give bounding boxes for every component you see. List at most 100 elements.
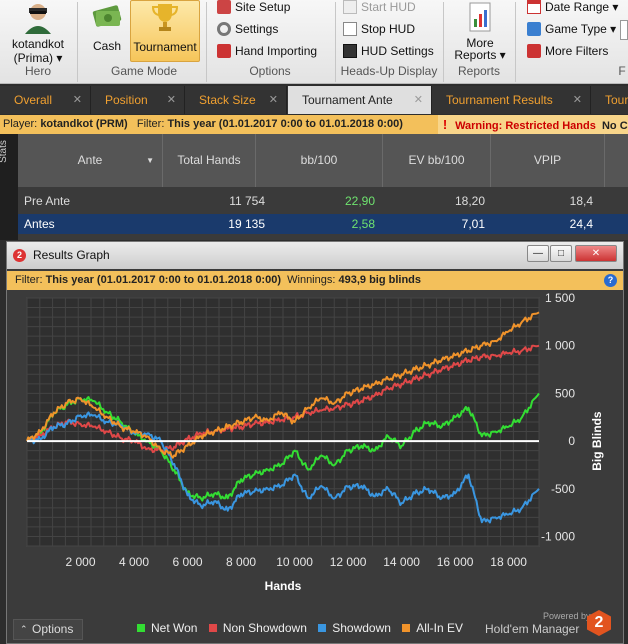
x-tick-label: 18 000 — [490, 555, 527, 569]
y-tick-label: 1 500 — [545, 291, 575, 305]
window-titlebar[interactable]: 2 Results Graph — □ ✕ — [7, 242, 623, 269]
help-icon[interactable]: ? — [604, 274, 617, 287]
ribbon-edge-control[interactable] — [620, 20, 628, 40]
legend-item-showdown[interactable]: Showdown — [318, 621, 391, 635]
x-axis-label: Hands — [265, 579, 302, 593]
hero-avatar-icon — [25, 4, 51, 34]
cash-button[interactable]: Cash — [84, 2, 130, 53]
tab-stack-size[interactable]: Stack Size ✕ — [185, 86, 287, 114]
chart-legend: Net Won Non Showdown Showdown All-In EV — [137, 621, 471, 635]
results-chart: 1 500 1 000 500 0 -500 -1 000 2 000 4 000 6 000 8… — [26, 291, 604, 593]
stats-side-panel[interactable]: Stats — [0, 134, 18, 240]
report-icon — [469, 2, 491, 32]
table-row[interactable]: Pre Ante 11 754 22,90 18,20 18,4 — [18, 191, 628, 211]
maximize-icon: □ — [557, 248, 565, 259]
start-hud-button[interactable]: Start HUD — [343, 0, 416, 14]
tournament-button[interactable]: Tournament — [130, 0, 200, 62]
hud-settings-icon — [343, 44, 357, 58]
tab-tournament-results[interactable]: Tournament Results ✕ — [432, 86, 591, 114]
site-setup-button[interactable]: Site Setup — [217, 0, 290, 14]
brand-name: Hold'em Manager — [485, 622, 580, 636]
winnings-value: 493,9 big blinds — [338, 274, 422, 286]
close-icon[interactable]: ✕ — [414, 86, 423, 114]
player-value: kotandkot (PRM) — [40, 118, 128, 130]
more-reports-button[interactable]: More Reports ▾ — [450, 2, 510, 62]
ribbon-separator — [206, 2, 207, 82]
tab-overall[interactable]: Overall ✕ — [0, 86, 91, 114]
row-total-hands: 19 135 — [228, 217, 265, 231]
column-header-ev-bb100[interactable]: EV bb/100 — [383, 134, 491, 187]
x-tick-label: 14 000 — [383, 555, 420, 569]
legend-item-all-in-ev[interactable]: All-In EV — [402, 621, 463, 635]
ribbon-toolbar: kotandkot (Prima) ▾ Hero Cash Tournament… — [0, 0, 628, 84]
column-header-bb100[interactable]: bb/100 — [256, 134, 383, 187]
hud-settings-button[interactable]: HUD Settings — [343, 44, 434, 58]
y-tick-label: 500 — [555, 386, 575, 400]
tab-position[interactable]: Position ✕ — [91, 86, 185, 114]
legend-item-non-showdown[interactable]: Non Showdown — [208, 621, 307, 635]
column-header-total-hands[interactable]: Total Hands — [163, 134, 256, 187]
chevron-up-icon: ⌃ — [20, 624, 28, 634]
column-header-vpip[interactable]: VPIP — [491, 134, 605, 187]
calendar-icon — [527, 0, 541, 14]
x-tick-label: 2 000 — [65, 555, 95, 569]
player-filter-bar: Player: kotandkot (PRM) Filter: This yea… — [0, 115, 628, 134]
stop-hud-label: Stop HUD — [361, 22, 416, 36]
hero-selector[interactable]: kotandkot (Prima) ▾ — [2, 2, 74, 65]
stop-hud-button[interactable]: Stop HUD — [343, 22, 415, 36]
start-hud-label: Start HUD — [361, 0, 416, 14]
legend-swatch — [318, 624, 327, 632]
tab-tournament-ante[interactable]: Tournament Ante ✕ — [288, 86, 432, 114]
close-icon[interactable]: ✕ — [573, 86, 582, 114]
legend-item-net-won[interactable]: Net Won — [137, 621, 197, 635]
y-tick-label: -500 — [551, 482, 575, 496]
tab-label: Tournament Results — [446, 93, 553, 107]
table-header: Ante ▼ Total Hands bb/100 EV bb/100 VPIP — [18, 134, 628, 187]
reports-group-label: Reports — [457, 64, 501, 78]
tab-tour[interactable]: Tour — [591, 86, 628, 114]
start-hud-icon — [343, 0, 357, 14]
restricted-hands-warning[interactable]: ! Warning: Restricted Hands No C — [438, 115, 628, 134]
date-range-button[interactable]: Date Range ▾ — [527, 0, 618, 14]
close-icon[interactable]: ✕ — [167, 86, 176, 114]
settings-label: Settings — [235, 22, 279, 36]
table-row[interactable]: Antes 19 135 2,58 7,01 24,4 — [18, 214, 628, 234]
game-type-button[interactable]: Game Type ▾ — [527, 22, 616, 36]
row-ev-bb100: 7,01 — [461, 217, 485, 231]
minimize-button[interactable]: — — [527, 245, 549, 262]
legend-swatch — [402, 624, 411, 632]
results-graph-window: 2 Results Graph — □ ✕ Filter: This year … — [6, 241, 624, 644]
report-tabs: Overall ✕ Position ✕ Stack Size ✕ Tourna… — [0, 86, 628, 114]
powered-by-label: Powered by — [543, 611, 591, 621]
close-icon[interactable]: ✕ — [269, 86, 278, 114]
sort-arrow-icon[interactable]: ▼ — [146, 134, 154, 187]
hand-importing-button[interactable]: Hand Importing — [217, 44, 317, 58]
game-type-label: Game Type ▾ — [545, 22, 617, 36]
row-ev-bb100: 18,20 — [454, 194, 485, 208]
trophy-icon — [151, 4, 179, 31]
winnings-label: Winnings: — [287, 274, 336, 286]
tab-label: Overall — [14, 93, 53, 107]
maximize-button[interactable]: □ — [550, 245, 572, 262]
ribbon-separator — [515, 2, 516, 82]
x-tick-label: 10 000 — [276, 555, 313, 569]
close-icon[interactable]: ✕ — [73, 86, 82, 114]
warning-text: Warning: Restricted Hands — [455, 120, 596, 132]
more-reports-line2: Reports ▾ — [454, 48, 506, 62]
hero-name: kotandkot — [11, 37, 65, 51]
cash-icon — [92, 5, 122, 27]
tournament-label: Tournament — [133, 40, 197, 54]
filter-icon — [527, 44, 541, 58]
settings-button[interactable]: Settings — [217, 22, 278, 36]
ribbon-separator — [443, 2, 444, 82]
x-tick-label: 4 000 — [119, 555, 149, 569]
more-filters-button[interactable]: More Filters — [527, 44, 608, 58]
player-label: Player: — [3, 118, 38, 130]
column-header-ante[interactable]: Ante ▼ — [18, 134, 163, 187]
column-header-label: bb/100 — [300, 153, 338, 167]
close-button[interactable]: ✕ — [575, 245, 617, 262]
tab-label: Tour — [605, 93, 628, 107]
window-title: Results Graph — [33, 248, 110, 262]
close-icon: ✕ — [591, 248, 601, 259]
options-button[interactable]: ⌃ Options — [13, 619, 83, 640]
